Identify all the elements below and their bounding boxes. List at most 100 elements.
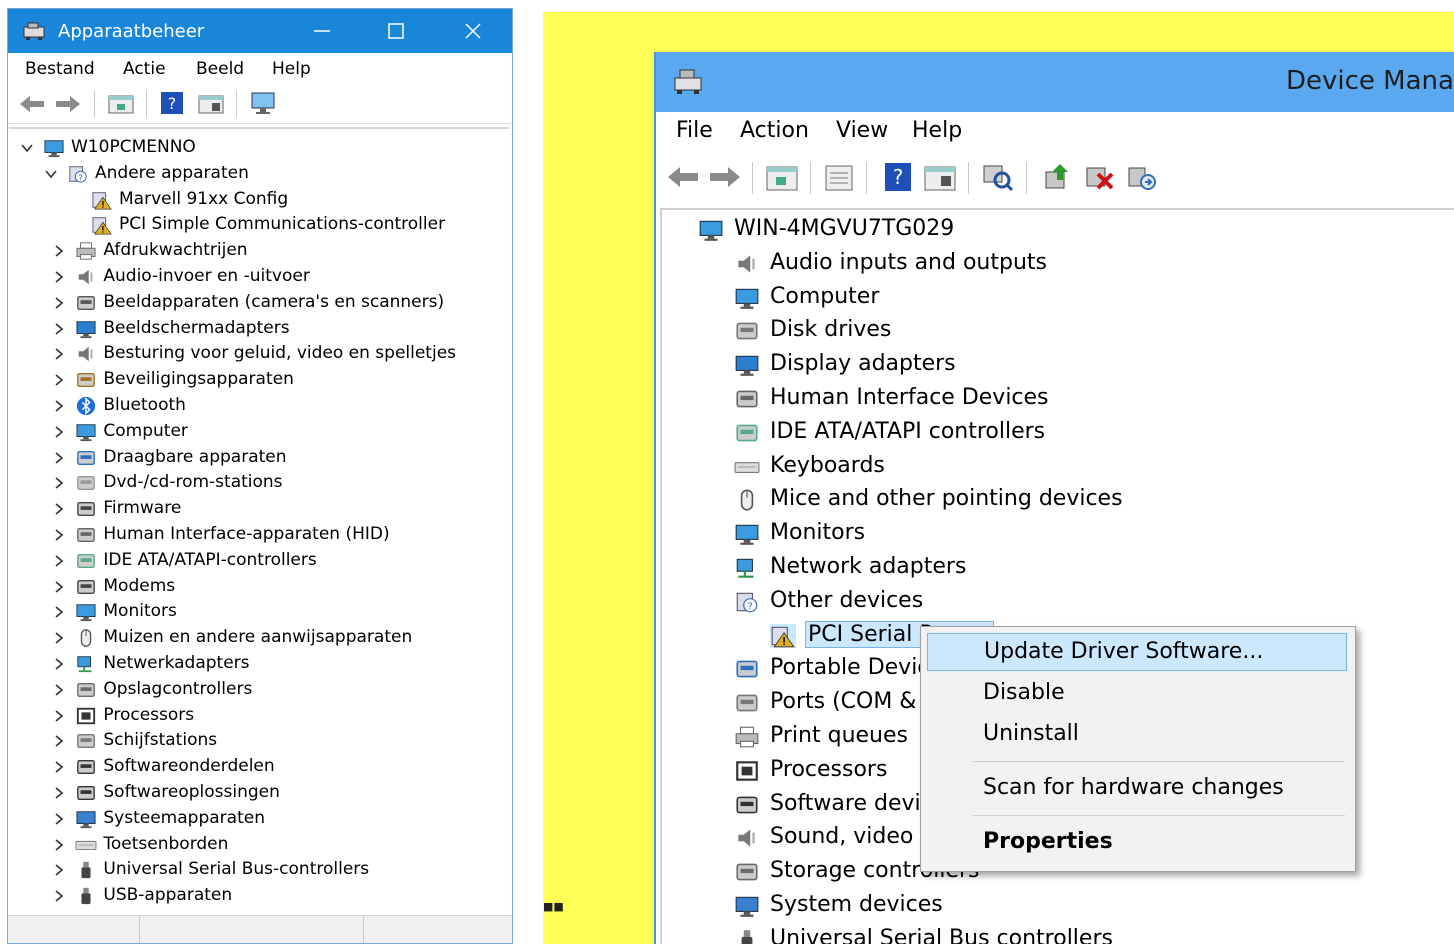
chevron-right-icon[interactable] [53, 709, 65, 722]
tree-category-item[interactable]: Schijfstations [9, 728, 507, 754]
list-view-icon[interactable] [824, 164, 854, 192]
chevron-right-icon[interactable] [53, 813, 65, 825]
back-arrow-icon[interactable] [18, 93, 46, 115]
tree-root-computer[interactable]: W10PCMENNO [9, 135, 507, 161]
tree-category-item[interactable]: IDE ATA/ATAPI-controllers [9, 548, 507, 574]
chevron-right-icon[interactable] [53, 658, 65, 670]
close-button[interactable] [438, 9, 508, 53]
chevron-right-icon[interactable] [53, 555, 65, 567]
tree-category-item[interactable]: Afdrukwachtrijen [9, 238, 507, 264]
tree-category-item[interactable]: Beeldschermadapters [9, 316, 507, 342]
scan-hardware-icon[interactable] [982, 162, 1014, 192]
tree-category-item[interactable]: System devices [662, 890, 1452, 922]
tree-category-item[interactable]: Monitors [9, 599, 507, 625]
tree-category-item[interactable]: Beeldapparaten (camera's en scanners) [9, 290, 507, 316]
menu-actie[interactable]: Actie [123, 59, 166, 79]
tree-category-other[interactable]: ? Andere apparaten [9, 161, 507, 187]
tree-category-item[interactable]: USB-apparaten [9, 883, 507, 909]
tree-category-item[interactable]: Computer [9, 419, 507, 445]
tree-root-computer[interactable]: WIN-4MGVU7TG029 [662, 214, 1452, 246]
tree-category-item[interactable]: Audio-invoer en -uitvoer [9, 264, 507, 290]
tree-category-item[interactable]: IDE ATA/ATAPI controllers [662, 417, 1452, 449]
tree-category-item[interactable]: Opslagcontrollers [9, 677, 507, 703]
scan-hardware-menu-item[interactable]: Scan for hardware changes [927, 770, 1347, 808]
scan-hardware-icon[interactable] [250, 91, 278, 117]
menu-action[interactable]: Action [740, 118, 809, 143]
tree-category-item[interactable]: Dvd-/cd-rom-stations [9, 470, 507, 496]
right-title-bar[interactable]: Device Mana [656, 52, 1454, 112]
menu-help[interactable]: Help [272, 59, 311, 79]
details-view-icon[interactable] [924, 164, 956, 192]
chevron-down-icon[interactable] [45, 168, 57, 180]
menu-view[interactable]: View [836, 118, 888, 143]
tree-device-item[interactable]: Marvell 91xx Config [9, 187, 507, 213]
menu-beeld[interactable]: Beeld [196, 59, 244, 79]
chevron-right-icon[interactable] [53, 426, 65, 438]
tree-category-item[interactable]: Toetsenborden [9, 832, 507, 858]
properties-pane-icon[interactable] [766, 164, 798, 192]
enable-device-icon[interactable] [1126, 162, 1158, 192]
tree-category-item[interactable]: Bluetooth [9, 393, 507, 419]
tree-category-item[interactable]: Human Interface Devices [662, 383, 1452, 415]
chevron-right-icon[interactable] [53, 477, 65, 490]
chevron-right-icon[interactable] [53, 580, 65, 593]
tree-category-item[interactable]: Monitors [662, 518, 1452, 550]
tree-category-item[interactable]: Softwareonderdelen [9, 754, 507, 780]
tree-category-item[interactable]: Display adapters [662, 349, 1452, 381]
chevron-right-icon[interactable] [53, 271, 65, 283]
chevron-right-icon[interactable] [53, 606, 65, 619]
tree-category-item[interactable]: Firmware [9, 496, 507, 522]
chevron-right-icon[interactable] [53, 684, 65, 696]
chevron-right-icon[interactable] [53, 529, 65, 541]
maximize-button[interactable] [361, 9, 431, 53]
tree-category-item[interactable]: Beveiligingsapparaten [9, 367, 507, 393]
properties-menu-item[interactable]: Properties [927, 824, 1347, 862]
tree-category-item[interactable]: Network adapters [662, 552, 1452, 584]
tree-category-item[interactable]: Muizen en andere aanwijsapparaten [9, 625, 507, 651]
disable-menu-item[interactable]: Disable [927, 675, 1347, 713]
tree-category-item[interactable]: Draagbare apparaten [9, 445, 507, 471]
chevron-right-icon[interactable] [53, 245, 65, 257]
tree-category-item[interactable]: Besturing voor geluid, video en spelletj… [9, 341, 507, 367]
uninstall-menu-item[interactable]: Uninstall [927, 716, 1347, 754]
tree-category-item[interactable]: Modems [9, 574, 507, 600]
chevron-down-icon[interactable] [21, 142, 33, 154]
chevron-right-icon[interactable] [53, 761, 65, 773]
properties-pane-icon[interactable] [108, 93, 134, 115]
chevron-right-icon[interactable] [53, 348, 65, 361]
left-title-bar[interactable]: Apparaatbeheer [8, 9, 512, 53]
tree-category-item[interactable]: Universal Serial Bus-controllers [9, 857, 507, 883]
tree-category-item[interactable]: Audio inputs and outputs [662, 248, 1452, 280]
forward-arrow-icon[interactable] [708, 164, 742, 190]
tree-device-item[interactable]: PCI Simple Communications-controller [9, 212, 507, 238]
back-arrow-icon[interactable] [666, 164, 700, 190]
update-driver-icon[interactable] [1042, 162, 1074, 192]
tree-category-item[interactable]: Processors [9, 703, 507, 729]
chevron-right-icon[interactable] [53, 400, 65, 412]
chevron-right-icon[interactable] [53, 451, 65, 464]
tree-category-item[interactable]: Keyboards [662, 451, 1452, 483]
tree-category-item[interactable]: Netwerkadapters [9, 651, 507, 677]
chevron-right-icon[interactable] [53, 374, 65, 386]
tree-category-item[interactable]: Softwareoplossingen [9, 780, 507, 806]
help-icon[interactable]: ? [160, 91, 184, 115]
chevron-right-icon[interactable] [53, 864, 65, 877]
tree-category-item[interactable]: Universal Serial Bus controllers [662, 924, 1452, 944]
details-view-icon[interactable] [198, 93, 224, 115]
minimize-button[interactable] [287, 9, 357, 53]
update-driver-menu-item[interactable]: Update Driver Software... [927, 633, 1347, 671]
tree-category-item[interactable]: Systeemapparaten [9, 806, 507, 832]
chevron-right-icon[interactable] [53, 890, 65, 902]
menu-bestand[interactable]: Bestand [25, 59, 95, 79]
chevron-right-icon[interactable] [53, 735, 65, 748]
menu-file[interactable]: File [676, 118, 713, 143]
menu-help[interactable]: Help [912, 118, 962, 143]
tree-category-item[interactable]: Human Interface-apparaten (HID) [9, 522, 507, 548]
chevron-right-icon[interactable] [53, 322, 65, 335]
tree-category-item[interactable]: Computer [662, 282, 1452, 314]
forward-arrow-icon[interactable] [54, 93, 82, 115]
chevron-right-icon[interactable] [53, 503, 65, 515]
tree-category-item[interactable]: ? Other devices [662, 586, 1452, 618]
help-icon[interactable]: ? [884, 162, 912, 192]
chevron-right-icon[interactable] [53, 838, 65, 851]
